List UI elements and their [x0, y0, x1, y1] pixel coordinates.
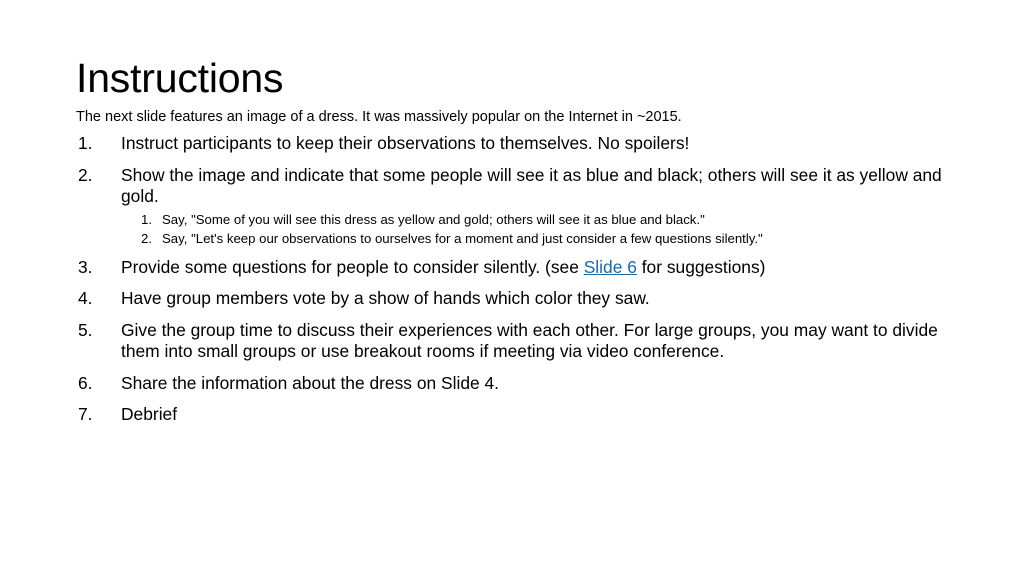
- list-item: 1. Instruct participants to keep their o…: [76, 133, 960, 155]
- sub-list-marker: 2.: [141, 231, 152, 246]
- subtitle-text: The next slide features an image of a dr…: [76, 109, 682, 125]
- page-title: Instructions: [76, 55, 284, 101]
- list-item-text: Share the information about the dress on…: [121, 372, 500, 393]
- list-item-text: Debrief: [121, 404, 178, 424]
- list-marker: 4.: [78, 288, 93, 308]
- list-item-text-before-link: Provide some questions for people to con…: [121, 256, 584, 277]
- sub-list-marker: 1.: [141, 211, 152, 227]
- list-marker: 6.: [78, 372, 93, 393]
- list-marker: 7.: [78, 404, 93, 424]
- list-marker: 5.: [78, 319, 93, 340]
- list-marker: 2.: [78, 164, 93, 185]
- list-item: 7. Debrief: [76, 404, 960, 426]
- sub-list-item: 1. Say, "Some of you will see this dress…: [141, 210, 960, 230]
- list-item-text-after-link: for suggestions): [636, 256, 766, 277]
- list-item-text: Have group members vote by a show of han…: [121, 288, 650, 308]
- list-marker: 1.: [78, 133, 93, 153]
- slide-body: The next slide features an image of a dr…: [76, 108, 960, 436]
- instructions-list: 1. Instruct participants to keep their o…: [76, 133, 960, 426]
- list-item: 3. Provide some questions for people to …: [76, 257, 960, 279]
- sub-list-item-text: Say, "Some of you will see this dress as…: [162, 211, 705, 227]
- sub-instructions-list: 1. Say, "Some of you will see this dress…: [121, 210, 960, 249]
- list-marker: 3.: [78, 256, 93, 277]
- list-item: 6. Share the information about the dress…: [76, 373, 960, 395]
- sub-list-item-text: Say, "Let's keep our observations to our…: [162, 231, 763, 246]
- list-item-text: Give the group time to discuss their exp…: [121, 319, 938, 362]
- list-item: 2. Show the image and indicate that some…: [76, 165, 960, 249]
- list-item-text: Show the image and indicate that some pe…: [121, 164, 942, 207]
- list-item-text: Instruct participants to keep their obse…: [121, 133, 690, 153]
- list-item: 5. Give the group time to discuss their …: [76, 320, 960, 363]
- slide-6-link[interactable]: Slide 6: [584, 257, 637, 277]
- list-item: 4. Have group members vote by a show of …: [76, 288, 960, 310]
- sub-list-item: 2. Say, "Let's keep our observations to …: [141, 229, 960, 249]
- slide-canvas: Instructions The next slide features an …: [0, 0, 1024, 576]
